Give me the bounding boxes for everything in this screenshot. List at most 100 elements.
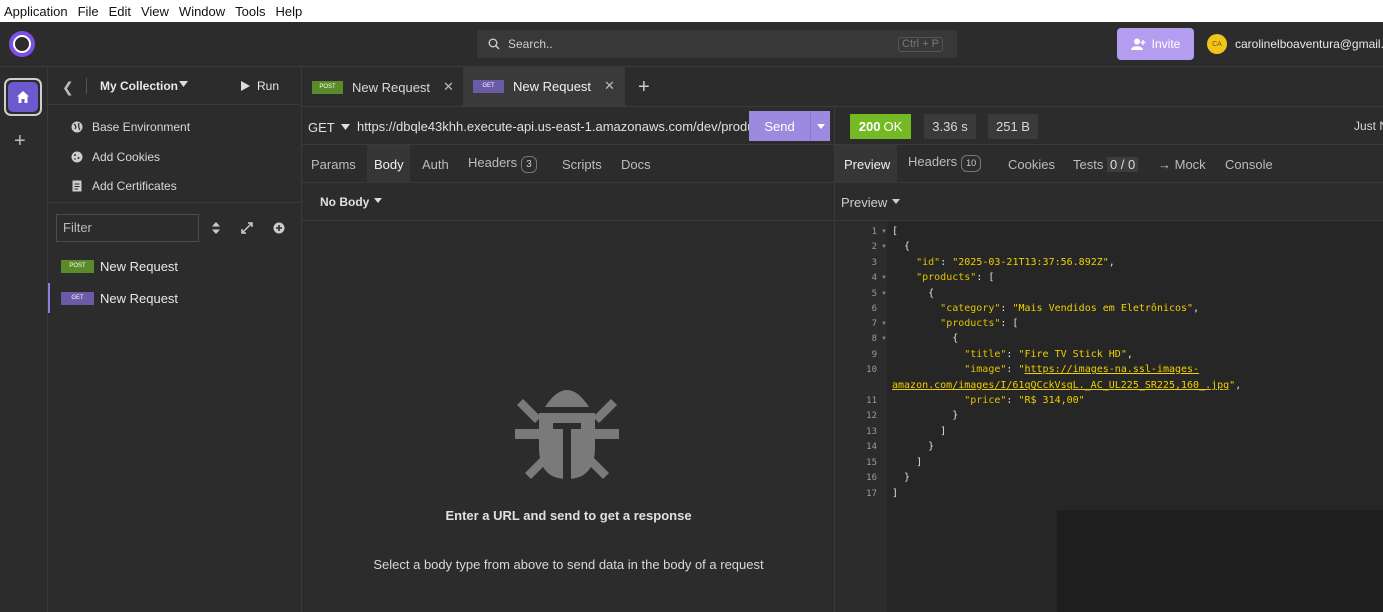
back-chevron-icon[interactable]: ❮ [62,79,74,96]
json-image-link[interactable]: https://images-na.ssl-images- [1024,364,1199,375]
add-circle-icon[interactable] [273,222,285,237]
method-badge: GET [61,291,94,305]
request-name: New Request [100,258,179,274]
sort-icon[interactable] [212,222,220,237]
home-button[interactable] [4,78,42,116]
tab-response-headers[interactable]: Headers 10 [908,154,982,172]
tab-params[interactable]: Params [311,157,356,172]
request-name: New Request [100,290,179,306]
tab-preview[interactable]: Preview [844,157,890,172]
top-bar: Search.. Ctrl + P Invite CA carolinelboa… [0,22,1383,67]
add-project-icon[interactable]: + [14,131,26,151]
send-button[interactable]: Send [749,111,830,141]
headers-count: 10 [961,155,982,172]
json-image-link-cont[interactable]: amazon.com/images/I/61qQCckVsqL._AC_UL22… [892,380,1229,391]
response-timestamp[interactable]: Just N [1354,119,1383,133]
empty-state-subtitle: Select a body type from above to send da… [373,557,764,572]
menu-application[interactable]: Application [0,4,74,19]
tab-get-request[interactable]: GET New Request ✕ [463,67,625,107]
tab-docs[interactable]: Docs [621,157,651,172]
close-icon[interactable]: ✕ [443,79,454,95]
code-line: "image": "https://images-na.ssl-images- [964,364,1200,375]
tab-headers[interactable]: Headers 3 [468,155,537,173]
chevron-down-icon[interactable] [341,124,350,130]
tab-tests[interactable]: Tests 0 / 0 [1073,157,1139,172]
certificate-icon [70,180,84,192]
preview-mode-select[interactable]: Preview [841,195,887,210]
invite-button[interactable]: Invite [1117,28,1194,60]
request-body-empty-state: Enter a URL and send to get a response S… [302,221,835,612]
preview-mode-row: Preview [835,183,1383,221]
search-bar[interactable]: Search.. Ctrl + P [477,30,957,58]
menu-edit[interactable]: Edit [105,4,137,19]
run-button[interactable]: Run [241,79,279,93]
request-tabs-bar: POST New Request ✕ GET New Request ✕ + [302,67,1383,107]
status-text: OK [883,119,903,134]
tab-console[interactable]: Console [1225,157,1273,172]
code-line: "price": "R$ 314,00" [964,395,1085,406]
tab-post-request[interactable]: POST New Request ✕ [312,67,454,107]
add-cookies-link[interactable]: Add Cookies [70,150,160,164]
new-tab-icon[interactable]: + [638,76,650,99]
search-placeholder: Search.. [508,37,553,51]
status-badge: 200 OK [850,114,911,139]
chevron-down-icon[interactable] [374,198,382,203]
add-certificates-label: Add Certificates [92,179,177,193]
globe-icon [70,121,84,133]
close-icon[interactable]: ✕ [604,78,615,94]
code-line: "category": "Mais Vendidos em Eletrônico… [940,303,1200,314]
add-user-icon [1130,38,1146,50]
body-type-select[interactable]: No Body [320,195,369,209]
add-certificates-link[interactable]: Add Certificates [70,179,177,193]
invite-label: Invite [1151,37,1181,51]
code-line: "products": [ [916,272,995,283]
response-size: 251 B [988,114,1038,139]
method-badge: POST [312,80,343,94]
menu-tools[interactable]: Tools [231,4,271,19]
menu-file[interactable]: File [74,4,105,19]
body-type-row: No Body [302,183,835,221]
chevron-down-icon[interactable] [179,81,188,87]
method-badge: GET [473,79,504,93]
method-select[interactable]: GET [308,120,335,135]
chevron-down-icon[interactable] [892,199,900,204]
sidebar-request-get[interactable]: GET New Request [48,283,302,313]
send-options-icon[interactable] [810,111,830,141]
menu-bar: Application File Edit View Window Tools … [0,0,1383,22]
code-line: [ [892,226,899,237]
left-rail: + [0,67,48,612]
tab-body[interactable]: Body [374,157,404,172]
request-subtabs: Params Body Auth Headers 3 Scripts Docs [302,145,835,183]
tab-label: New Request [352,79,431,95]
json-price: R$ 314,00 [1024,395,1079,406]
tab-mock[interactable]: → Mock [1158,157,1206,172]
response-code-viewer[interactable]: 1 ▼ 2 ▼ 3 4 ▼ 5 ▼ 6 7 ▼ 8 ▼ 9 10 11 12 13 14 1… [835,221,1383,612]
response-status-bar: 200OK 3.36 s 251 B Just N [835,107,1383,145]
menu-window[interactable]: Window [175,4,231,19]
expand-icon[interactable] [241,222,253,237]
menu-help[interactable]: Help [272,4,309,19]
url-input[interactable]: https://dbqle43khh.execute-api.us-east-1… [357,119,749,134]
sidebar-header: ❮ My Collection Run [48,67,302,105]
url-bar: GET https://dbqle43khh.execute-api.us-ea… [302,107,835,145]
app-logo[interactable] [9,31,35,57]
search-shortcut: Ctrl + P [898,37,943,52]
base-environment-link[interactable]: Base Environment [70,120,190,134]
menu-view[interactable]: View [137,4,175,19]
filter-input[interactable]: Filter [56,214,199,242]
tab-cookies[interactable]: Cookies [1008,157,1055,172]
code-line: } [892,410,959,421]
avatar[interactable]: CA [1207,34,1227,54]
collection-name[interactable]: My Collection [100,79,178,93]
code-line: ] [892,488,899,499]
code-line: ] [892,457,923,468]
sidebar-request-post[interactable]: POST New Request [48,251,302,281]
code-line: { [892,241,911,252]
user-email[interactable]: carolinelboaventura@gmail.com [1235,37,1383,51]
tab-scripts[interactable]: Scripts [562,157,602,172]
code-line: { [892,288,935,299]
tab-auth[interactable]: Auth [422,157,449,172]
code-line: "id": "2025-03-21T13:37:56.892Z", [916,257,1115,268]
code-line: ] [892,426,947,437]
code-line: } [892,441,935,452]
